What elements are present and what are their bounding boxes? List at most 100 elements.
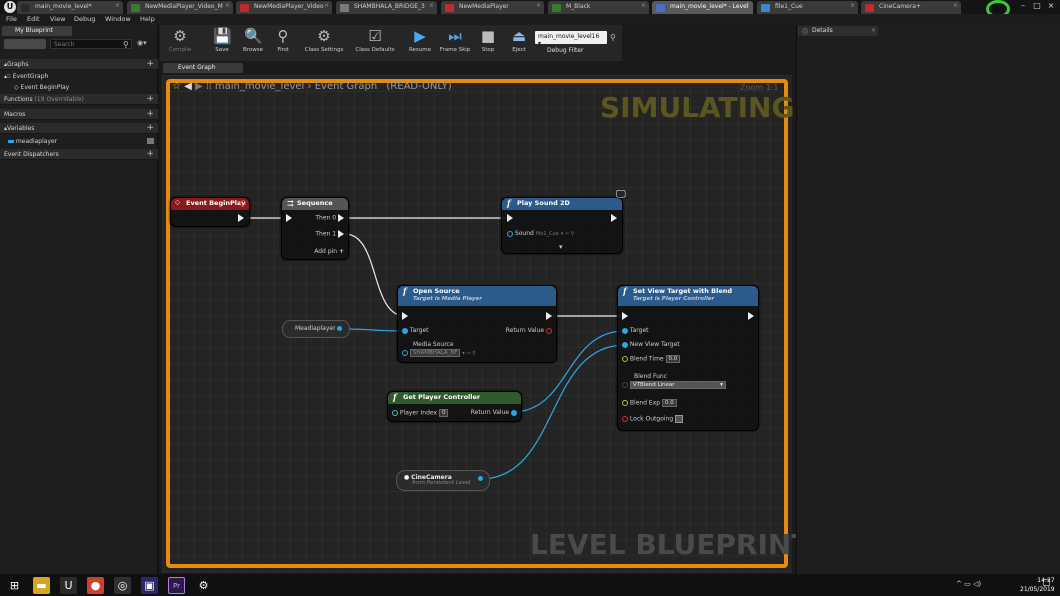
document-tab[interactable]: NewMediaPlayer × [441,1,544,14]
media-encoder-icon[interactable]: ▣ [141,577,158,594]
tab-close-icon[interactable]: × [850,2,855,9]
exec-in-pin[interactable] [286,214,292,222]
menu-file[interactable]: File [6,15,17,23]
exec-out-pin[interactable] [238,214,244,222]
windows-start-icon[interactable]: ⊞ [6,577,23,594]
tab-close-icon[interactable]: × [225,2,230,9]
sound-pin[interactable]: Sound file1_Cue ▾ ⇦ ⚲ [507,230,574,237]
add-macro-icon[interactable]: + [146,109,154,119]
then1-pin[interactable]: Then 1 [315,230,344,238]
blend-func-pin[interactable]: VTBlend Linear ▾ [622,381,726,389]
favorite-star-icon[interactable]: ☆ [172,81,181,92]
tab-details[interactable]: ⓘ Details × [798,26,878,36]
add-new-button[interactable] [4,39,46,49]
node-cinecamera[interactable]: ● CineCamera from Persistent Level [396,470,490,491]
lock-outgoing-pin[interactable]: Lock Outgoing [622,415,684,423]
section-functions[interactable]: Functions (19 Overridable) + [0,94,158,105]
menu-window[interactable]: Window [105,15,131,23]
unreal-icon[interactable]: U [60,577,77,594]
menu-help[interactable]: Help [140,15,155,23]
stop-button[interactable]: ■ Stop [473,27,503,59]
notifications-icon[interactable]: ▢ [1042,578,1051,588]
node-set-view-target-with-blend[interactable]: f Set View Target with Blend Target is Pla… [617,285,759,431]
section-graphs[interactable]: ▴Graphs + [0,59,158,70]
minimize-button[interactable]: – [1016,0,1030,12]
blend-exp-pin[interactable]: Blend Exp 0.0 [622,399,677,407]
document-tab[interactable]: NewMediaPlayer_Video_M × [127,1,233,14]
compile-button[interactable]: ⚙ Compile [161,27,199,59]
menu-debug[interactable]: Debug [74,15,95,23]
visibility-eye-icon[interactable]: ◉▾ [137,39,147,47]
player-index-input[interactable]: 0 [438,409,449,417]
add-graph-icon[interactable]: + [146,59,154,69]
obs-icon[interactable]: ◎ [114,577,131,594]
document-tab[interactable]: CineCamera+ × [861,1,961,14]
maximize-button[interactable]: □ [1030,0,1044,12]
tab-close-icon[interactable]: × [641,2,646,9]
browse-button[interactable]: 🔍 Browse [236,27,270,59]
settings-gear-icon[interactable]: ⚙ [195,577,212,594]
forward-arrow-icon[interactable]: ▶ [195,81,203,92]
tab-event-graph[interactable]: Event Graph [163,63,243,73]
node-get-player-controller[interactable]: f Get Player Controller Player Index 0 Re… [387,391,522,422]
tab-close-icon[interactable]: × [115,2,120,9]
section-macros[interactable]: Macros + [0,109,158,120]
blend-func-select[interactable]: VTBlend Linear ▾ [629,381,726,389]
tab-close-icon[interactable]: × [953,2,958,9]
variable-meadiaplayer[interactable]: meadiaplayer [0,136,158,147]
debug-filter-select[interactable]: main_movie_level16 ▾ [535,31,607,47]
close-tab-icon[interactable]: × [871,27,876,34]
node-sequence[interactable]: ⇉ Sequence Then 0 Then 1 Add pin + [281,197,349,260]
add-function-icon[interactable]: + [146,94,154,104]
class-settings-button[interactable]: ⚙ Class Settings [299,27,349,59]
node-variable-meadiaplayer[interactable]: Meadiaplayer [282,320,350,338]
debug-search-icon[interactable]: ⚲ [610,33,616,42]
system-tray[interactable]: ^ ▭ ◁) [956,580,981,588]
document-tab[interactable]: SHAMBHALA_BRIDGE_3 × [336,1,437,14]
add-pin-button[interactable]: Add pin + [314,248,344,255]
blueprint-search-input[interactable]: Search [50,39,132,49]
node-play-sound-2d[interactable]: f Play Sound 2D Sound file1_Cue ▾ ⇦ ⚲ ▾ [501,197,623,254]
tree-event-beginplay[interactable]: ◇ Event BeginPlay [0,82,158,93]
breadcrumb-level[interactable]: main_movie_level [215,81,304,92]
tab-close-icon[interactable]: × [324,2,329,9]
exec-in-pin[interactable] [622,312,628,320]
tree-eventgraph[interactable]: ▴⁝⁝ EventGraph [0,71,158,82]
return-value-pin[interactable]: Return Value [506,327,552,334]
premiere-icon[interactable]: Pr [168,577,185,594]
new-view-target-pin[interactable]: New View Target [622,341,680,348]
eject-button[interactable]: ⏏ Eject [504,27,534,59]
frame-skip-button[interactable]: ⏭ Frame Skip [437,27,473,59]
media-source-pin[interactable]: SHAMBHALA_BF ▾ ⇦ ⚲ [402,349,476,357]
player-index-pin[interactable]: Player Index 0 [392,409,449,417]
chrome-icon[interactable]: ● [87,577,104,594]
document-tab[interactable]: NewMediaPlayer_Video × [236,1,332,14]
blend-exp-input[interactable]: 0.0 [662,399,677,407]
file-explorer-icon[interactable]: ▬ [33,577,50,594]
tab-close-icon[interactable]: × [536,2,541,9]
tab-close-icon[interactable]: × [745,2,750,9]
exec-out-pin[interactable] [611,214,617,222]
exec-in-pin[interactable] [402,312,408,320]
delegate-pin[interactable] [240,200,246,206]
add-dispatcher-icon[interactable]: + [146,149,154,159]
target-pin[interactable]: Target [622,327,648,334]
back-arrow-icon[interactable]: ◀ [184,81,192,92]
variable-out-pin[interactable] [337,326,343,331]
tab-close-icon[interactable]: × [429,2,434,9]
return-value-pin[interactable]: Return Value [471,409,517,416]
node-event-beginplay[interactable]: ◇ Event BeginPlay [170,197,250,227]
class-defaults-button[interactable]: ☑ Class Defaults [350,27,400,59]
then0-pin[interactable]: Then 0 [315,214,344,222]
document-tab[interactable]: main_movie_level* - Level × [652,1,753,14]
document-tab[interactable]: file1_Cue × [757,1,858,14]
tab-my-blueprint[interactable]: My Blueprint [2,26,72,36]
node-open-source[interactable]: f Open Source Target is Media Player Targe… [397,285,557,363]
cinecamera-out-pin[interactable] [478,476,483,481]
save-button[interactable]: 💾 Save [206,27,238,59]
section-variables[interactable]: ▴Variables + [0,123,158,134]
variable-visibility-icon[interactable] [147,138,154,144]
resume-button[interactable]: ▶ Resume [403,27,437,59]
menu-edit[interactable]: Edit [27,15,40,23]
document-tab[interactable]: main_movie_level* × [17,1,123,14]
